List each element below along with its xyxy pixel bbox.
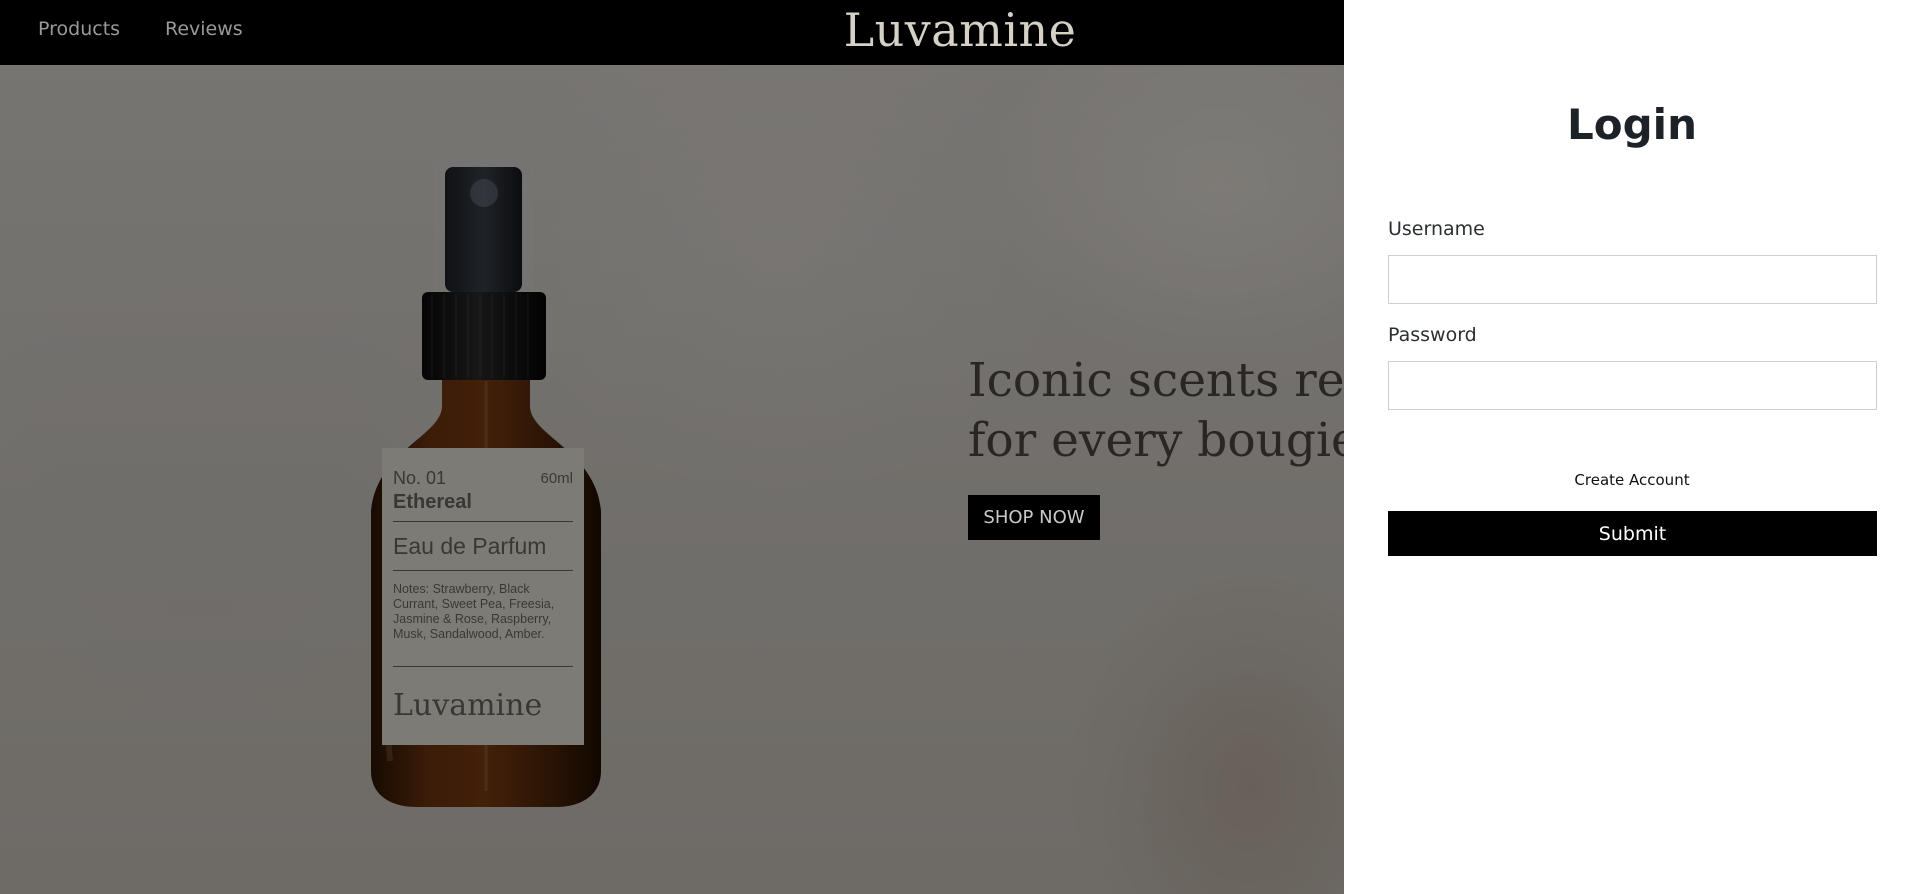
hero-tagline-line1: Iconic scents ren (968, 353, 1344, 408)
nav-link-reviews[interactable]: Reviews (165, 18, 243, 40)
password-input[interactable] (1388, 361, 1877, 410)
password-label: Password (1388, 324, 1477, 346)
hero-tagline-line2: for every bougie (968, 413, 1344, 468)
modal-backdrop-overlay[interactable] (0, 65, 1344, 894)
login-title: Login (1567, 100, 1697, 149)
top-navbar: Products Reviews Luvamine (0, 0, 1344, 65)
hero-tagline: Iconic scents ren for every bougie (968, 351, 1344, 471)
username-input[interactable] (1388, 255, 1877, 304)
brand-logo[interactable]: Luvamine (834, 2, 1086, 58)
submit-button[interactable]: Submit (1388, 511, 1877, 556)
username-label: Username (1388, 218, 1485, 240)
create-account-link[interactable]: Create Account (1344, 471, 1920, 489)
login-panel: Login Username Password Create Account S… (1344, 0, 1920, 894)
hero-section: No. 01 60ml Ethereal Eau de Parfum Notes… (0, 65, 1344, 894)
nav-link-products[interactable]: Products (38, 18, 120, 40)
shop-now-button[interactable]: SHOP NOW (968, 495, 1100, 540)
